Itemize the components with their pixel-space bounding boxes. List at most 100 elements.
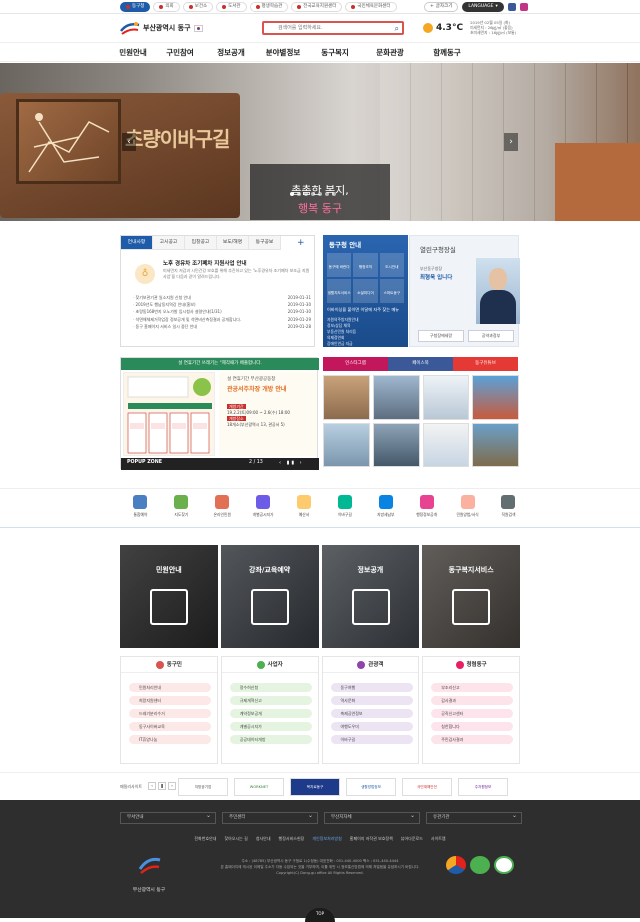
guide-cell[interactable]: 소셜미디어 [353,279,378,303]
site-link-learning[interactable]: 평생학습관 [249,2,289,12]
mayor-pledge-button[interactable]: 공약과정부 [468,330,514,342]
site-link-sports-center[interactable]: 국민체육문화센터 [345,2,397,12]
sns-photo[interactable] [422,375,470,420]
list-item[interactable]: IT휴양나눔 [129,735,211,744]
list-item[interactable]: 공직신고센터 [431,709,514,718]
more-plus-icon[interactable]: + [297,238,305,248]
popup-left-image[interactable] [123,372,215,456]
list-item[interactable]: 정수허신청 [229,683,312,692]
sns-photo[interactable] [472,422,519,467]
nav-field[interactable]: 분야별정보 [256,43,310,62]
list-item[interactable]: 주민감사결과 [431,735,514,744]
quick-tax[interactable]: 지방세납부 [365,495,406,518]
nav-welfare[interactable]: 동구복지 [310,43,360,62]
list-item[interactable]: 여행도우미 [330,722,413,731]
quick-booking[interactable]: 통합예약 [120,495,161,518]
list-item[interactable]: 동구 홈페이지 서비스 일시 중단 안내2019-01-28 [133,323,311,330]
language-button[interactable]: LANGUAGE ▾ [462,2,504,12]
guide-cell[interactable]: 생활지도서비스 [327,279,352,303]
site-logo[interactable]: 부산광역시 동구 [120,20,203,36]
select-related-orgs[interactable]: 유관기관 [426,811,522,824]
family-logo[interactable]: 국민재해안전 [402,778,452,796]
list-item[interactable]: 석면해체제거작업장 정보공개 및 석면비산측정결과 공개합니다.2019-01-… [133,316,311,323]
guide-cell[interactable]: 도시안내 [379,253,404,277]
nav-info[interactable]: 정보공개 [206,43,256,62]
sns-photo[interactable] [323,375,370,420]
list-item[interactable]: 칭찬합니다 [431,722,514,731]
facebook-icon[interactable] [507,3,516,11]
scroll-top-button[interactable]: TOP [305,908,335,922]
footer-link[interactable]: 전화번호안내 [194,836,216,842]
quick-staff-search[interactable]: 직원검색 [488,495,529,518]
site-link-edu-center[interactable]: 전국교육지원센터 [291,2,343,12]
site-link-council[interactable]: 의회 [153,2,180,12]
family-logo[interactable]: 주자원정보 [458,778,508,796]
nav-culture[interactable]: 문화관광 [360,43,420,62]
quick-info-disclosure[interactable]: 행정정보공개 [406,495,447,518]
card-welfare[interactable]: 동구복지서비스 [422,545,520,648]
tab-press[interactable]: 보도/해명 [217,236,249,250]
list-item[interactable]: 개별공시지가 [229,722,312,731]
select-busan-autonomous[interactable]: 부산지자체 [324,811,420,824]
card-disclosure[interactable]: 정보공개 [321,545,420,648]
site-link-health[interactable]: 보건소 [182,2,214,12]
quick-map[interactable]: 지도찾기 [161,495,202,518]
family-logo[interactable]: WORKNET [234,778,284,796]
guide-cell[interactable]: 스마트동구 [379,279,404,303]
tab-bid[interactable]: 입찰공고 [185,236,217,250]
hero-dot[interactable] [311,192,315,196]
list-item[interactable]: 역사문화 [330,696,413,705]
list-item[interactable]: 동구사이버교육 [129,722,211,731]
nav-together[interactable]: 함께동구 [420,43,474,62]
tab-instagram[interactable]: 인스타그램 [323,357,388,371]
sns-photo[interactable] [372,422,420,467]
tab-newsletter[interactable]: 동구공보 [249,236,281,250]
list-item[interactable]: 감사결과 [431,696,514,705]
family-logo[interactable]: 지방공기업 [178,778,228,796]
list-item[interactable]: 동구여행 [330,683,413,692]
search-input[interactable] [278,23,388,33]
list-item[interactable]: 공공데이터개방 [229,735,312,744]
list-item[interactable]: 부조리신고 [431,683,514,692]
nav-civil[interactable]: 민원안내 [112,43,154,62]
site-link-donggu[interactable]: 동구청 [120,2,151,12]
site-link-library[interactable]: 도서관 [216,2,247,12]
popup-controls[interactable]: ‹ ▮▮ › [279,460,304,466]
tab-public[interactable]: 고시공고 [153,236,185,250]
quick-ibagu[interactable]: 이바구길 [324,495,365,518]
footer-link[interactable]: 홈페이지 저작권 보호정책 [350,836,393,842]
font-size-button[interactable]: + 글자크기 [424,2,459,12]
quick-forms[interactable]: 민원양법/서식 [447,495,488,518]
select-departments[interactable]: 부서안내 [120,811,216,824]
quick-budget[interactable]: 예산서 [284,495,325,518]
hero-dot[interactable] [297,192,301,196]
list-item[interactable]: 찾기보관기관 일소지원 신청 안내2019-01-31 [133,294,311,301]
guide-link[interactable]: 장애인연금 지급 [327,341,407,347]
tab-facebook[interactable]: 페이스북 [388,357,453,371]
nav-participation[interactable]: 구민참여 [154,43,206,62]
footer-link-privacy[interactable]: 개인정보처리방침 [312,836,341,842]
hero-dot[interactable] [325,192,329,196]
next-icon[interactable]: › [168,782,176,790]
list-item[interactable]: 초량동168번지 오노가발 임시청사 설령안내(1/31)2019-01-30 [133,308,311,315]
list-item[interactable]: 희망지원센터 [129,696,211,705]
list-item[interactable]: 드레기분리수거 [129,709,211,718]
quick-land-price[interactable]: 개별공시지가 [243,495,284,518]
footer-link[interactable]: 찾아오시는 길 [224,836,247,842]
guide-cell[interactable]: 동구에 바란다 [327,253,352,277]
card-lecture[interactable]: 강좌/교육예약 [220,545,319,648]
popup-banner[interactable]: 설 연휴기간 쓰레기는 "제각때가 배출합니다. [121,358,319,370]
list-item[interactable]: 축제공연정보 [330,709,413,718]
hero-prev-button[interactable]: ‹ [122,133,136,151]
list-item[interactable]: 민원처리안내 [129,683,211,692]
tab-notice[interactable]: 언내사항 [121,236,153,250]
list-item[interactable]: 계약정보공개 [229,709,312,718]
mayor-message-button[interactable]: 구청장에세랑 [418,330,464,342]
select-community-centers[interactable]: 주민센터 [222,811,318,824]
family-logo[interactable]: 복지로동구 [290,778,340,796]
list-item[interactable]: 이바구길 [330,735,413,744]
footer-link[interactable]: 뷰어다운로드 [401,836,423,842]
list-item[interactable]: 2019년도 행남동지역강 안내(홍보)2019-01-30 [133,301,311,308]
guide-cell[interactable]: 행정조직 [353,253,378,277]
pause-icon[interactable]: ❚ [158,782,166,790]
